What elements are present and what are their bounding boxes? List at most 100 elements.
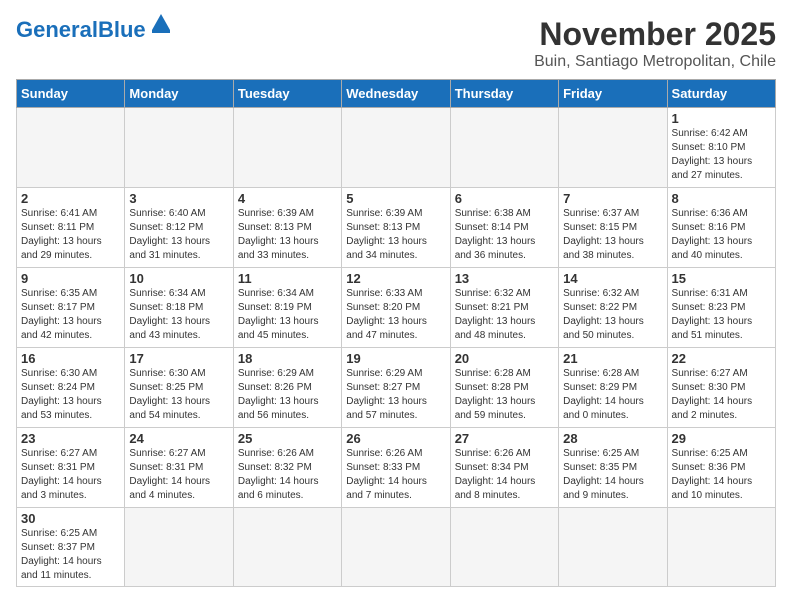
header-cell-monday: Monday bbox=[125, 80, 233, 108]
day-number: 11 bbox=[238, 271, 337, 286]
day-number: 27 bbox=[455, 431, 554, 446]
day-cell: 27Sunrise: 6:26 AM Sunset: 8:34 PM Dayli… bbox=[450, 428, 558, 508]
day-number: 26 bbox=[346, 431, 445, 446]
day-info: Sunrise: 6:30 AM Sunset: 8:25 PM Dayligh… bbox=[129, 367, 228, 423]
location-title: Buin, Santiago Metropolitan, Chile bbox=[534, 53, 776, 71]
day-cell bbox=[125, 108, 233, 188]
week-row-1: 2Sunrise: 6:41 AM Sunset: 8:11 PM Daylig… bbox=[17, 188, 776, 268]
day-number: 10 bbox=[129, 271, 228, 286]
day-number: 18 bbox=[238, 351, 337, 366]
day-info: Sunrise: 6:27 AM Sunset: 8:31 PM Dayligh… bbox=[21, 447, 120, 503]
day-cell bbox=[233, 508, 341, 587]
week-row-3: 16Sunrise: 6:30 AM Sunset: 8:24 PM Dayli… bbox=[17, 348, 776, 428]
day-cell: 18Sunrise: 6:29 AM Sunset: 8:26 PM Dayli… bbox=[233, 348, 341, 428]
day-number: 12 bbox=[346, 271, 445, 286]
day-cell: 26Sunrise: 6:26 AM Sunset: 8:33 PM Dayli… bbox=[342, 428, 450, 508]
header-cell-wednesday: Wednesday bbox=[342, 80, 450, 108]
month-title: November 2025 bbox=[534, 16, 776, 53]
day-cell: 8Sunrise: 6:36 AM Sunset: 8:16 PM Daylig… bbox=[667, 188, 775, 268]
logo-icon bbox=[150, 12, 172, 34]
day-info: Sunrise: 6:25 AM Sunset: 8:36 PM Dayligh… bbox=[672, 447, 771, 503]
header-cell-saturday: Saturday bbox=[667, 80, 775, 108]
day-cell: 25Sunrise: 6:26 AM Sunset: 8:32 PM Dayli… bbox=[233, 428, 341, 508]
day-cell: 6Sunrise: 6:38 AM Sunset: 8:14 PM Daylig… bbox=[450, 188, 558, 268]
day-cell bbox=[125, 508, 233, 587]
day-number: 1 bbox=[672, 111, 771, 126]
day-number: 30 bbox=[21, 511, 120, 526]
day-number: 28 bbox=[563, 431, 662, 446]
day-number: 14 bbox=[563, 271, 662, 286]
day-cell: 1Sunrise: 6:42 AM Sunset: 8:10 PM Daylig… bbox=[667, 108, 775, 188]
week-row-5: 30Sunrise: 6:25 AM Sunset: 8:37 PM Dayli… bbox=[17, 508, 776, 587]
day-cell bbox=[559, 108, 667, 188]
week-row-0: 1Sunrise: 6:42 AM Sunset: 8:10 PM Daylig… bbox=[17, 108, 776, 188]
logo-text: GeneralBlue bbox=[16, 19, 146, 41]
day-cell: 16Sunrise: 6:30 AM Sunset: 8:24 PM Dayli… bbox=[17, 348, 125, 428]
day-number: 19 bbox=[346, 351, 445, 366]
day-cell: 11Sunrise: 6:34 AM Sunset: 8:19 PM Dayli… bbox=[233, 268, 341, 348]
day-number: 24 bbox=[129, 431, 228, 446]
header: GeneralBlue November 2025 Buin, Santiago… bbox=[16, 16, 776, 71]
title-area: November 2025 Buin, Santiago Metropolita… bbox=[534, 16, 776, 71]
week-row-4: 23Sunrise: 6:27 AM Sunset: 8:31 PM Dayli… bbox=[17, 428, 776, 508]
day-info: Sunrise: 6:28 AM Sunset: 8:28 PM Dayligh… bbox=[455, 367, 554, 423]
day-cell: 12Sunrise: 6:33 AM Sunset: 8:20 PM Dayli… bbox=[342, 268, 450, 348]
day-number: 29 bbox=[672, 431, 771, 446]
logo: GeneralBlue bbox=[16, 16, 172, 43]
day-info: Sunrise: 6:42 AM Sunset: 8:10 PM Dayligh… bbox=[672, 127, 771, 183]
day-cell: 21Sunrise: 6:28 AM Sunset: 8:29 PM Dayli… bbox=[559, 348, 667, 428]
day-info: Sunrise: 6:39 AM Sunset: 8:13 PM Dayligh… bbox=[346, 207, 445, 263]
day-cell bbox=[450, 508, 558, 587]
day-info: Sunrise: 6:36 AM Sunset: 8:16 PM Dayligh… bbox=[672, 207, 771, 263]
day-cell: 5Sunrise: 6:39 AM Sunset: 8:13 PM Daylig… bbox=[342, 188, 450, 268]
day-cell: 2Sunrise: 6:41 AM Sunset: 8:11 PM Daylig… bbox=[17, 188, 125, 268]
day-number: 20 bbox=[455, 351, 554, 366]
day-number: 17 bbox=[129, 351, 228, 366]
day-info: Sunrise: 6:32 AM Sunset: 8:22 PM Dayligh… bbox=[563, 287, 662, 343]
day-cell bbox=[233, 108, 341, 188]
day-info: Sunrise: 6:26 AM Sunset: 8:32 PM Dayligh… bbox=[238, 447, 337, 503]
day-cell: 10Sunrise: 6:34 AM Sunset: 8:18 PM Dayli… bbox=[125, 268, 233, 348]
day-number: 8 bbox=[672, 191, 771, 206]
day-cell: 13Sunrise: 6:32 AM Sunset: 8:21 PM Dayli… bbox=[450, 268, 558, 348]
day-cell: 15Sunrise: 6:31 AM Sunset: 8:23 PM Dayli… bbox=[667, 268, 775, 348]
day-cell bbox=[667, 508, 775, 587]
day-number: 9 bbox=[21, 271, 120, 286]
header-cell-sunday: Sunday bbox=[17, 80, 125, 108]
day-info: Sunrise: 6:26 AM Sunset: 8:34 PM Dayligh… bbox=[455, 447, 554, 503]
header-cell-tuesday: Tuesday bbox=[233, 80, 341, 108]
day-cell bbox=[342, 108, 450, 188]
day-info: Sunrise: 6:41 AM Sunset: 8:11 PM Dayligh… bbox=[21, 207, 120, 263]
day-cell bbox=[17, 108, 125, 188]
day-cell: 7Sunrise: 6:37 AM Sunset: 8:15 PM Daylig… bbox=[559, 188, 667, 268]
day-number: 16 bbox=[21, 351, 120, 366]
day-info: Sunrise: 6:29 AM Sunset: 8:27 PM Dayligh… bbox=[346, 367, 445, 423]
day-info: Sunrise: 6:40 AM Sunset: 8:12 PM Dayligh… bbox=[129, 207, 228, 263]
day-cell: 20Sunrise: 6:28 AM Sunset: 8:28 PM Dayli… bbox=[450, 348, 558, 428]
day-number: 15 bbox=[672, 271, 771, 286]
day-cell: 22Sunrise: 6:27 AM Sunset: 8:30 PM Dayli… bbox=[667, 348, 775, 428]
day-cell: 30Sunrise: 6:25 AM Sunset: 8:37 PM Dayli… bbox=[17, 508, 125, 587]
day-cell: 28Sunrise: 6:25 AM Sunset: 8:35 PM Dayli… bbox=[559, 428, 667, 508]
day-cell: 9Sunrise: 6:35 AM Sunset: 8:17 PM Daylig… bbox=[17, 268, 125, 348]
day-number: 6 bbox=[455, 191, 554, 206]
day-number: 22 bbox=[672, 351, 771, 366]
day-info: Sunrise: 6:30 AM Sunset: 8:24 PM Dayligh… bbox=[21, 367, 120, 423]
day-number: 25 bbox=[238, 431, 337, 446]
day-info: Sunrise: 6:28 AM Sunset: 8:29 PM Dayligh… bbox=[563, 367, 662, 423]
day-number: 5 bbox=[346, 191, 445, 206]
day-cell: 4Sunrise: 6:39 AM Sunset: 8:13 PM Daylig… bbox=[233, 188, 341, 268]
day-number: 3 bbox=[129, 191, 228, 206]
header-row: SundayMondayTuesdayWednesdayThursdayFrid… bbox=[17, 80, 776, 108]
day-cell: 24Sunrise: 6:27 AM Sunset: 8:31 PM Dayli… bbox=[125, 428, 233, 508]
day-info: Sunrise: 6:29 AM Sunset: 8:26 PM Dayligh… bbox=[238, 367, 337, 423]
day-number: 13 bbox=[455, 271, 554, 286]
day-number: 2 bbox=[21, 191, 120, 206]
day-number: 23 bbox=[21, 431, 120, 446]
day-number: 21 bbox=[563, 351, 662, 366]
day-number: 7 bbox=[563, 191, 662, 206]
day-cell bbox=[559, 508, 667, 587]
day-info: Sunrise: 6:25 AM Sunset: 8:35 PM Dayligh… bbox=[563, 447, 662, 503]
calendar-header: SundayMondayTuesdayWednesdayThursdayFrid… bbox=[17, 80, 776, 108]
day-info: Sunrise: 6:31 AM Sunset: 8:23 PM Dayligh… bbox=[672, 287, 771, 343]
